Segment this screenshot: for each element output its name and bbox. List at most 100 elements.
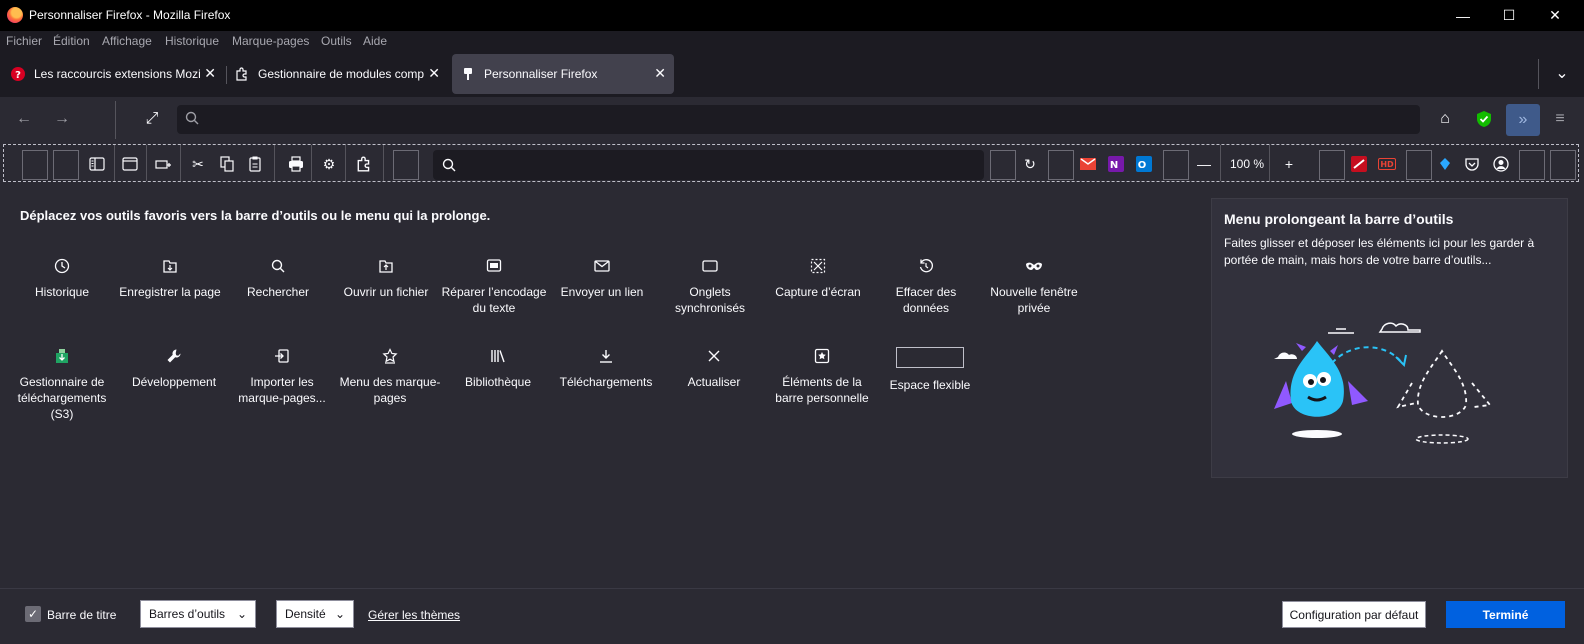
palette-ouvrir-fichier[interactable]: Ouvrir un fichier [332, 256, 440, 300]
palette-reparer-encodage[interactable]: Réparer l’encodage du texte [440, 256, 548, 316]
menu-historique[interactable]: Historique [165, 34, 219, 48]
maximize-button[interactable]: ☐ [1486, 0, 1532, 31]
chevron-down-icon: ⌄ [236, 607, 247, 621]
palette-telechargements[interactable]: Téléchargements [552, 346, 660, 390]
menu-bar: Fichier Édition Affichage Historique Mar… [0, 31, 1584, 51]
puzzle-addons-icon[interactable] [353, 153, 375, 175]
puzzle-favicon-icon [234, 66, 250, 82]
palette-developpement[interactable]: Développement [120, 346, 228, 390]
gear-icon[interactable]: ⚙ [318, 153, 340, 175]
empty-toolbar-slot[interactable] [1406, 150, 1432, 180]
search-icon [442, 158, 456, 175]
done-button[interactable]: Terminé [1446, 601, 1565, 628]
toolbar-separator [274, 145, 275, 181]
palette-espace-flexible[interactable]: Espace flexible [876, 346, 984, 393]
empty-toolbar-slot[interactable] [22, 150, 48, 180]
menu-edition[interactable]: Édition [53, 34, 90, 48]
paste-icon[interactable] [244, 153, 266, 175]
overflow-menu-chevrons-icon[interactable]: » [1506, 104, 1540, 136]
flexible-space-icon [876, 346, 984, 368]
palette-importer-marque-pages[interactable]: Importer les marque-pages... [228, 346, 336, 406]
library-icon [444, 346, 552, 366]
menu-outils[interactable]: Outils [321, 34, 352, 48]
palette-gestionnaire-telechargements[interactable]: Gestionnaire de téléchargements (S3) [8, 346, 116, 422]
toolbars-dropdown[interactable]: Barres d’outils ⌄ [140, 600, 256, 628]
cut-icon[interactable]: ✂ [187, 153, 209, 175]
add-bookmark-icon[interactable] [152, 153, 174, 175]
shield-extension-icon[interactable] [1470, 105, 1498, 133]
palette-historique[interactable]: Historique [8, 256, 116, 300]
zoom-out-icon[interactable]: — [1193, 153, 1215, 175]
outlook-extension-icon[interactable]: O [1133, 153, 1155, 175]
empty-toolbar-slot[interactable] [53, 150, 79, 180]
close-tab-icon[interactable]: ✕ [654, 65, 666, 82]
close-tab-icon[interactable]: ✕ [428, 65, 440, 82]
palette-rechercher[interactable]: Rechercher [224, 256, 332, 300]
tab-gestionnaire-modules[interactable]: Gestionnaire de modules complémentaires … [226, 54, 448, 94]
hd-extension-icon[interactable]: HD [1376, 153, 1398, 175]
search-box[interactable] [433, 150, 984, 180]
empty-toolbar-slot[interactable] [990, 150, 1016, 180]
diamond-extension-icon[interactable] [1434, 153, 1456, 175]
menu-aide[interactable]: Aide [363, 34, 387, 48]
list-all-tabs-chevron-icon[interactable]: ⌄ [1548, 59, 1576, 87]
fullscreen-icon[interactable]: ⤢ [138, 105, 166, 133]
tab-raccourcis[interactable]: ? Les raccourcis extensions Mozilla ✕ [2, 54, 224, 94]
red-extension-icon[interactable] [1348, 153, 1370, 175]
density-dropdown[interactable]: Densité ⌄ [276, 600, 354, 628]
copy-icon[interactable] [216, 153, 238, 175]
onenote-extension-icon[interactable]: N [1105, 153, 1127, 175]
pocket-icon[interactable] [1461, 153, 1483, 175]
hamburger-menu-icon[interactable]: ≡ [1546, 105, 1574, 133]
chevron-down-icon: ⌄ [334, 607, 345, 621]
zoom-in-icon[interactable]: + [1278, 153, 1300, 175]
close-tab-icon[interactable]: ✕ [204, 65, 216, 82]
import-icon [228, 346, 336, 366]
tab-personnaliser[interactable]: Personnaliser Firefox ✕ [452, 54, 674, 94]
titlebar-checkbox-label[interactable]: Barre de titre [47, 608, 116, 622]
palette-onglets-synchronises[interactable]: Onglets synchronisés [656, 256, 764, 316]
zoom-level[interactable]: 100 % [1230, 157, 1264, 171]
account-icon[interactable] [1490, 153, 1512, 175]
print-icon[interactable] [285, 153, 307, 175]
palette-instruction: Déplacez vos outils favoris vers la barr… [20, 208, 491, 223]
empty-toolbar-slot[interactable] [393, 150, 419, 180]
palette-capture-ecran[interactable]: Capture d’écran [764, 256, 872, 300]
palette-elements-barre-personnelle[interactable]: Éléments de la barre personnelle [768, 346, 876, 406]
menu-affichage[interactable]: Affichage [102, 34, 152, 48]
empty-toolbar-slot[interactable] [1550, 150, 1576, 180]
new-window-icon[interactable] [119, 153, 141, 175]
palette-effacer-donnees[interactable]: Effacer des données [872, 256, 980, 316]
gmail-extension-icon[interactable] [1077, 153, 1099, 175]
palette-fenetre-privee[interactable]: Nouvelle fenêtre privée [980, 256, 1088, 316]
overflow-panel[interactable]: Menu prolongeant la barre d’outils Faite… [1211, 198, 1568, 478]
reload-icon[interactable]: ↻ [1019, 153, 1041, 175]
home-icon[interactable]: ⌂ [1431, 105, 1459, 133]
empty-toolbar-slot[interactable] [1519, 150, 1545, 180]
toolbars-dropdown-label: Barres d’outils [149, 607, 226, 621]
titlebar-checkbox[interactable]: ✓ [25, 606, 41, 622]
menu-fichier[interactable]: Fichier [6, 34, 42, 48]
palette-enregistrer[interactable]: Enregistrer la page [116, 256, 224, 300]
tab-label: Les raccourcis extensions Mozilla [34, 67, 200, 81]
palette-bibliotheque[interactable]: Bibliothèque [444, 346, 552, 390]
customizable-toolbar: ✂ ⚙ ↻ N O — 100 % + HD [3, 144, 1579, 182]
palette-envoyer-lien[interactable]: Envoyer un lien [548, 256, 656, 300]
back-arrow-icon[interactable]: ← [10, 105, 38, 133]
sidebar-icon[interactable] [86, 153, 108, 175]
empty-toolbar-slot[interactable] [1319, 150, 1345, 180]
minimize-button[interactable]: — [1440, 0, 1486, 31]
menu-marque-pages[interactable]: Marque-pages [232, 34, 309, 48]
close-window-button[interactable]: ✕ [1532, 0, 1578, 31]
title-bar: Personnaliser Firefox - Mozilla Firefox … [0, 0, 1584, 31]
palette-actualiser[interactable]: Actualiser [660, 346, 768, 390]
private-window-icon [980, 256, 1088, 276]
empty-toolbar-slot[interactable] [1163, 150, 1189, 180]
url-bar[interactable] [177, 105, 1420, 134]
forward-arrow-icon[interactable]: → [48, 105, 76, 133]
nav-divider [115, 101, 116, 139]
palette-menu-marque-pages[interactable]: Menu des marque-pages [336, 346, 444, 406]
restore-defaults-button[interactable]: Configuration par défaut [1282, 601, 1426, 628]
empty-toolbar-slot[interactable] [1048, 150, 1074, 180]
manage-themes-link[interactable]: Gérer les thèmes [368, 608, 460, 622]
